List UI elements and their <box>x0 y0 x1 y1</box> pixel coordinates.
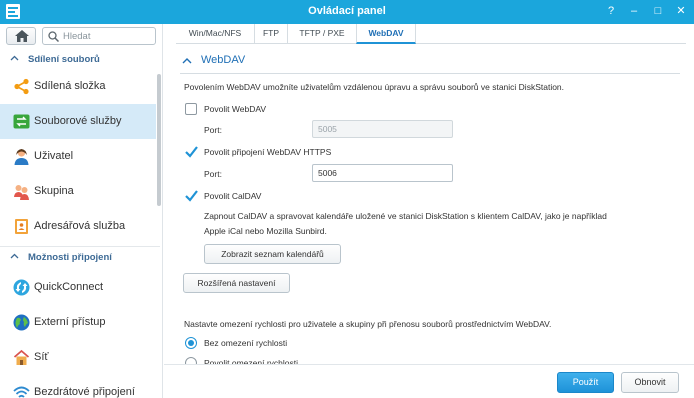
caldav-description-line-1: Zapnout CalDAV a spravovat kalendáře ulo… <box>204 211 607 221</box>
http-port-field[interactable]: 5005 <box>312 120 453 138</box>
sidebar-item-label: Skupina <box>34 185 74 197</box>
sidebar-item-group[interactable]: Skupina <box>0 174 156 209</box>
enable-webdav-checkbox[interactable] <box>185 103 197 115</box>
sidebar-item-label: Adresářová služba <box>34 220 126 232</box>
section-title: WebDAV <box>201 54 246 66</box>
tab-webdav[interactable]: WebDAV <box>356 24 416 44</box>
home-icon <box>15 30 29 42</box>
sidebar-scrollbar[interactable] <box>157 74 161 206</box>
sidebar-item-file-services[interactable]: Souborové služby <box>0 104 156 139</box>
minimize-button[interactable]: – <box>627 4 641 19</box>
search-input[interactable] <box>63 30 151 43</box>
https-port-field[interactable]: 5006 <box>312 164 453 182</box>
footer-bar: Použít Obnovit <box>164 364 694 398</box>
apply-button[interactable]: Použít <box>557 372 614 393</box>
tab-bar: Win/Mac/NFS FTP TFTP / PXE WebDAV <box>176 24 686 44</box>
checkmark-icon <box>185 190 198 202</box>
home-button[interactable] <box>6 27 36 45</box>
sidebar-item-wireless[interactable]: Bezdrátové připojení <box>0 375 156 398</box>
no-speed-limit-radio[interactable] <box>185 337 197 349</box>
main-panel: Win/Mac/NFS FTP TFTP / PXE WebDAV WebDAV… <box>164 24 694 398</box>
tab-tftp-pxe[interactable]: TFTP / PXE <box>287 24 356 44</box>
webdav-description: Povolením WebDAV umožníte uživatelům vzd… <box>184 82 565 92</box>
group-icon <box>14 185 29 200</box>
close-button[interactable]: ✕ <box>674 4 688 19</box>
title-bar: Ovládací panel ? – □ ✕ <box>0 0 694 24</box>
section-label: Možnosti připojení <box>28 252 112 263</box>
speed-limit-description: Nastavte omezení rychlosti pro uživatele… <box>184 319 552 329</box>
section-connectivity[interactable]: Možnosti připojení <box>0 246 160 270</box>
tab-win-mac-nfs[interactable]: Win/Mac/NFS <box>176 24 254 44</box>
user-icon <box>14 149 29 165</box>
help-button[interactable]: ? <box>604 4 618 19</box>
directory-service-icon <box>15 219 28 234</box>
search-icon <box>48 31 59 42</box>
http-port-label: Port: <box>204 125 222 135</box>
enable-https-label: Povolit připojení WebDAV HTTPS <box>204 147 332 157</box>
sidebar-item-label: Síť <box>34 351 49 363</box>
sidebar-item-label: Bezdrátové připojení <box>34 386 135 398</box>
enable-caldav-label: Povolit CalDAV <box>204 191 262 201</box>
globe-icon <box>13 314 30 331</box>
sidebar: Sdílení souborů Sdílená složka Souborové… <box>0 24 163 398</box>
show-calendars-button[interactable]: Zobrazit seznam kalendářů <box>204 244 341 264</box>
checkmark-icon <box>185 146 198 158</box>
sidebar-item-label: Sdílená složka <box>34 80 106 92</box>
sidebar-item-label: Souborové služby <box>34 115 122 127</box>
sidebar-item-shared-folder[interactable]: Sdílená složka <box>0 69 156 104</box>
sidebar-item-external-access[interactable]: Externí přístup <box>0 305 156 340</box>
enable-caldav-checkbox[interactable] <box>185 190 198 202</box>
tab-ftp[interactable]: FTP <box>254 24 287 44</box>
maximize-button[interactable]: □ <box>651 4 665 19</box>
advanced-settings-button[interactable]: Rozšířená nastavení <box>183 273 290 293</box>
sidebar-item-label: Externí přístup <box>34 316 106 328</box>
chevron-up-icon <box>10 55 19 61</box>
wifi-icon <box>13 386 30 398</box>
chevron-up-icon <box>182 58 192 64</box>
sidebar-item-user[interactable]: Uživatel <box>0 139 156 174</box>
enable-webdav-label: Povolit WebDAV <box>204 104 267 114</box>
section-label: Sdílení souborů <box>28 54 100 65</box>
share-folder-icon <box>14 78 29 95</box>
sidebar-item-label: Uživatel <box>34 150 74 162</box>
https-port-label: Port: <box>204 169 222 179</box>
enable-https-checkbox[interactable] <box>185 146 198 158</box>
sidebar-item-label: QuickConnect <box>34 281 104 293</box>
sidebar-item-network[interactable]: Síť <box>0 340 156 375</box>
sidebar-item-directory-service[interactable]: Adresářová služba <box>0 209 156 244</box>
file-services-icon <box>13 114 30 129</box>
caldav-description-line-2: Apple iCal nebo Mozilla Sunbird. <box>204 226 327 236</box>
no-speed-limit-label: Bez omezení rychlosti <box>204 338 288 348</box>
search-box[interactable] <box>42 27 156 45</box>
network-icon <box>13 349 30 365</box>
section-divider <box>180 73 680 74</box>
chevron-up-icon <box>10 253 19 259</box>
quickconnect-icon <box>13 279 30 296</box>
reset-button[interactable]: Obnovit <box>621 372 679 393</box>
sidebar-item-quickconnect[interactable]: QuickConnect <box>0 270 156 305</box>
window-title: Ovládací panel <box>308 5 386 17</box>
